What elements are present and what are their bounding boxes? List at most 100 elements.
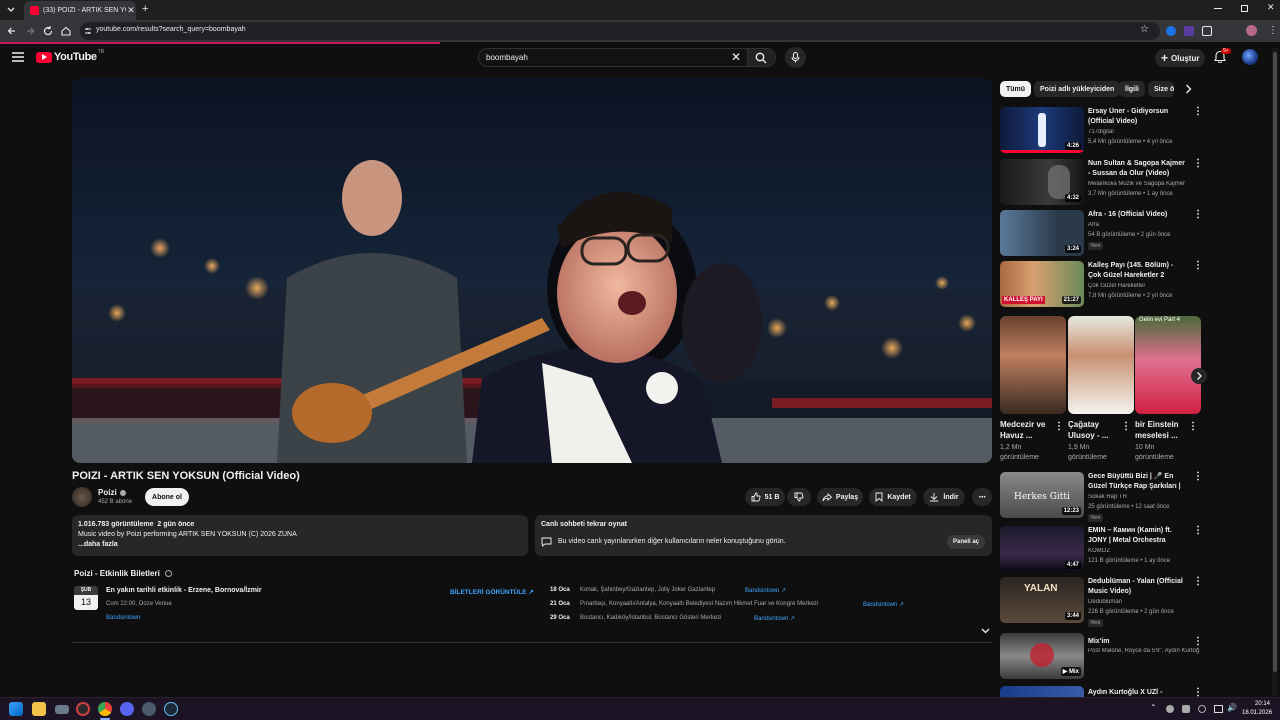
tray-app-icon-2[interactable] [1182, 705, 1190, 713]
video-menu-icon[interactable]: ⋮ [1193, 159, 1203, 169]
related-video-5[interactable]: Herkes Gitti 12:23 Gece Büyüttü Bizi | 🎤… [1000, 472, 1203, 522]
like-button[interactable]: 51 B [745, 488, 785, 506]
video-meta: 7,8 Mn görüntüleme • 2 yıl önce [1088, 293, 1173, 299]
short-1[interactable] [1000, 316, 1066, 414]
chip-all[interactable]: Tümü [1000, 81, 1032, 97]
home-icon[interactable] [60, 25, 72, 37]
chip-related[interactable]: İlgili [1119, 81, 1145, 97]
extensions-puzzle-icon[interactable] [1202, 26, 1212, 36]
site-info-icon[interactable] [84, 27, 92, 35]
short-2[interactable] [1068, 316, 1134, 414]
close-window-button[interactable]: ✕ [1267, 2, 1275, 13]
related-video-8[interactable]: Aydın Kurtoğlu X UZİ - HAYIRLI ⋮ [1000, 686, 1200, 697]
dislike-button[interactable] [787, 488, 811, 506]
channel-name[interactable]: Poizi [98, 488, 126, 497]
new-tab-button[interactable]: + [142, 3, 152, 15]
save-button[interactable]: Kaydet [869, 488, 917, 506]
mix-label: ▶ Mix [1060, 667, 1081, 676]
extension-icon-1[interactable] [1166, 26, 1176, 36]
video-menu-icon[interactable]: ⋮ [1193, 472, 1203, 482]
video-menu-icon[interactable]: ⋮ [1193, 210, 1203, 220]
video-menu-icon[interactable]: ⋮ [1193, 577, 1203, 587]
create-button[interactable]: + Oluştur [1155, 49, 1205, 67]
video-thumbnail: 4:32 [1000, 159, 1084, 205]
browser-menu-icon[interactable]: ⋮ [1268, 23, 1278, 39]
voice-search-button[interactable] [785, 47, 806, 68]
volume-icon[interactable]: 🔊 [1227, 703, 1237, 712]
clear-search-icon[interactable]: ✕ [731, 50, 741, 64]
info-icon[interactable] [164, 570, 172, 577]
open-panel-button[interactable]: Paneli aç [947, 535, 985, 549]
chips-next-icon[interactable] [1185, 84, 1192, 94]
video-menu-icon[interactable]: ⋮ [1193, 261, 1203, 271]
back-icon[interactable] [6, 25, 18, 37]
tray-app-icon-1[interactable] [1166, 705, 1174, 713]
video-player[interactable] [72, 78, 992, 463]
clock-date[interactable]: 18.01.2026 [1242, 710, 1272, 716]
next-event-provider[interactable]: Bandsintown [106, 615, 140, 621]
windows-start-icon[interactable] [9, 702, 23, 716]
mix-playlist[interactable]: ▶ Mix Mix'im Post Malone, Royce da 5'9",… [1000, 633, 1203, 679]
view-tickets-button[interactable]: BİLETLERİ GÖRÜNTÜLE ↗ [450, 588, 534, 596]
chip-from-uploader[interactable]: Poizi adlı yükleyiciden [1034, 81, 1121, 97]
event-link-1[interactable]: Bandsintown ↗ [745, 587, 786, 594]
related-video-2[interactable]: 4:32 Nun Sultan & Sagopa Kajmer - Sussan… [1000, 159, 1203, 205]
extension-icon-2[interactable] [1184, 26, 1194, 36]
search-input[interactable]: boombayah ✕ [478, 48, 748, 67]
related-video-7[interactable]: YALAN 3:44 Dedublüman - Yalan (Official … [1000, 577, 1203, 627]
chip-for-you[interactable]: Size ö [1148, 81, 1174, 97]
shorts-next-icon[interactable] [1191, 368, 1207, 384]
video-menu-icon[interactable]: ⋮ [1193, 637, 1203, 647]
browser-tab[interactable]: (33) POIZI - ARTIK SEN YOKSUN ✕ [24, 1, 136, 20]
show-more-link[interactable]: ...daha fazla [78, 541, 118, 548]
chrome-icon[interactable] [98, 702, 112, 716]
short-3[interactable]: Gelin evi Part 4 [1135, 316, 1201, 414]
address-bar[interactable]: youtube.com/results?search_query=boombay… [80, 22, 1160, 40]
hamburger-menu-icon[interactable] [12, 52, 24, 62]
short-1-menu-icon[interactable]: ⋮ [1054, 421, 1064, 432]
reload-icon[interactable] [42, 25, 54, 37]
profile-avatar[interactable] [1246, 25, 1257, 36]
expand-events-icon[interactable] [981, 628, 990, 634]
related-video-1[interactable]: 4:26 Ersay Üner - Gidiyorsun (Official V… [1000, 107, 1203, 153]
task-view-icon[interactable] [55, 705, 69, 714]
notifications-button[interactable]: 9+ [1214, 48, 1231, 66]
steam-icon[interactable] [164, 702, 178, 716]
youtube-logo[interactable]: YouTube TR [36, 49, 104, 63]
related-video-6[interactable]: 4:47 EMIN – Камин (Kamin) ft. JONY | Met… [1000, 526, 1203, 572]
short-2-menu-icon[interactable]: ⋮ [1121, 421, 1131, 432]
tray-app-icon-3[interactable] [1198, 705, 1206, 713]
account-avatar[interactable] [1242, 49, 1258, 65]
more-actions-button[interactable]: ··· [972, 488, 992, 506]
discord-icon[interactable] [120, 702, 134, 716]
next-event-title[interactable]: En yakın tarihli etkinlik - Erzene, Born… [106, 587, 262, 594]
event-link-2[interactable]: Bandsintown ↗ [863, 601, 904, 608]
video-menu-icon[interactable]: ⋮ [1193, 107, 1203, 117]
related-video-3[interactable]: 3:24 Afra - 16 (Official Video) Afra 54 … [1000, 210, 1203, 256]
tab-close-icon[interactable]: ✕ [126, 5, 136, 16]
short-3-menu-icon[interactable]: ⋮ [1188, 421, 1198, 432]
event-link-3[interactable]: Bandsintown ↗ [754, 615, 795, 622]
download-button[interactable]: İndir [923, 488, 965, 506]
search-button[interactable] [748, 48, 776, 67]
video-menu-icon[interactable]: ⋮ [1193, 688, 1200, 698]
forward-icon[interactable] [24, 25, 36, 37]
related-video-4[interactable]: KALLEŞ PAYI 21:27 Kalleş Payı (145. Bölü… [1000, 261, 1203, 307]
app-icon[interactable] [76, 702, 90, 716]
scrollbar-thumb[interactable] [1273, 52, 1277, 672]
tray-up-arrow-icon[interactable]: ⌃ [1150, 703, 1157, 712]
subscribe-button[interactable]: Abone ol [145, 488, 189, 506]
channel-avatar[interactable] [72, 487, 92, 507]
settings-gear-icon[interactable] [142, 702, 156, 716]
maximize-button[interactable] [1241, 5, 1248, 12]
video-menu-icon[interactable]: ⋮ [1193, 526, 1203, 536]
bookmark-star-icon[interactable]: ☆ [1140, 24, 1149, 35]
page-scrollbar[interactable] [1272, 48, 1278, 696]
share-button[interactable]: Paylaş [817, 488, 863, 506]
clock-time[interactable]: 20:14 [1255, 701, 1270, 707]
tab-search-icon[interactable] [6, 5, 16, 15]
description-box[interactable]: 1.016.783 görüntüleme 2 gün önce Music v… [72, 515, 528, 556]
minimize-button[interactable] [1214, 8, 1222, 9]
file-explorer-icon[interactable] [32, 702, 46, 716]
network-icon[interactable] [1214, 705, 1223, 713]
